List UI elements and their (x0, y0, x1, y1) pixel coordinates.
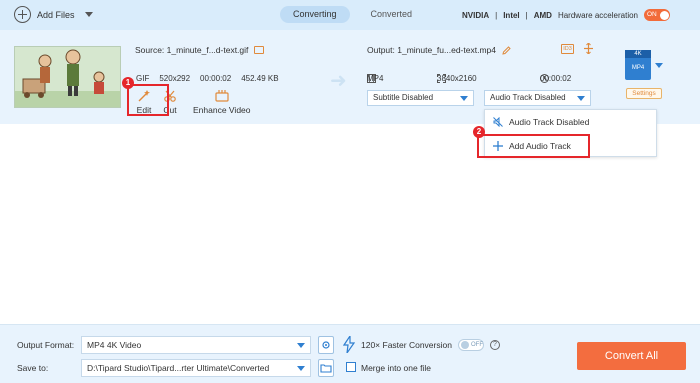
chevron-down-icon (297, 366, 305, 371)
tab-converting[interactable]: Converting (280, 6, 350, 23)
merge-checkbox[interactable] (346, 362, 356, 372)
top-toolbar: Add Files Converting Converted NVIDIA | … (0, 0, 700, 30)
video-thumbnail[interactable] (14, 46, 121, 108)
save-to-select[interactable]: D:\Tipard Studio\Tipard...rter Ultimate\… (81, 359, 311, 377)
output-actions: ID3 (561, 43, 593, 54)
format-badge-top: 4K (625, 50, 651, 58)
chevron-down-icon[interactable] (655, 63, 663, 68)
format-settings-button[interactable] (318, 336, 334, 354)
audio-track-select[interactable]: Audio Track Disabled (484, 90, 591, 106)
menu-item-audio-track-disabled[interactable]: Audio Track Disabled (493, 117, 589, 127)
output-file-name: Output: 1_minute_fu...ed-text.mp4 (367, 45, 496, 55)
add-audio-highlight-box (477, 134, 590, 158)
tab-converted[interactable]: Converted (358, 6, 426, 23)
bottom-bar: Output Format: MP4 4K Video 120× Faster … (0, 324, 700, 383)
source-size: 452.49 KB (241, 74, 279, 83)
subtitle-select-value: Subtitle Disabled (373, 93, 434, 102)
format-badge-bottom: MP4 (631, 65, 645, 71)
enhance-video-label: Enhance Video (193, 105, 251, 115)
source-name: Source: 1_minute_f...d-text.gif (135, 45, 265, 55)
convert-all-button[interactable]: Convert All (577, 342, 686, 370)
main-tabs: Converting Converted (280, 6, 425, 23)
lightning-icon (343, 336, 355, 353)
chevron-down-icon[interactable] (84, 12, 93, 17)
add-files-button[interactable]: Add Files (14, 6, 93, 23)
gear-icon (322, 341, 330, 349)
intel-label: Intel (503, 10, 520, 20)
cartoon-thumbnail-image (15, 47, 120, 107)
save-to-select-value: D:\Tipard Studio\Tipard...rter Ultimate\… (87, 363, 270, 373)
faster-conversion-label: 120× Faster Conversion (361, 340, 452, 350)
info-icon[interactable] (254, 46, 265, 54)
source-meta: GIF 520x292 00:00:02 452.49 KB (136, 74, 279, 83)
source-resolution: 520x292 (159, 74, 191, 83)
id3-info-icon[interactable]: ID3 (561, 43, 574, 54)
subtitle-select[interactable]: Subtitle Disabled (367, 90, 474, 106)
settings-button[interactable]: Settings (626, 88, 662, 99)
arrow-right-icon: ➜ (330, 70, 347, 92)
output-resolution: 3840x2160 (437, 74, 477, 83)
hardware-acceleration: NVIDIA | Intel | AMD Hardware accelerati… (462, 9, 670, 21)
palette-icon (215, 90, 229, 102)
hardware-acceleration-label: Hardware acceleration (557, 10, 638, 20)
source-duration: 00:00:02 (200, 74, 232, 83)
output-format-select[interactable]: MP4 4K Video (81, 336, 311, 354)
chevron-down-icon (577, 96, 585, 101)
open-folder-button[interactable] (318, 359, 334, 377)
nvidia-label: NVIDIA (462, 10, 490, 20)
callout-badge-2: 2 (473, 126, 485, 138)
chevron-down-icon (297, 343, 305, 348)
edit-highlight-box (127, 84, 169, 116)
hardware-acceleration-toggle[interactable]: ON (644, 9, 670, 21)
enhance-video-button[interactable]: Enhance Video (193, 90, 251, 115)
folder-icon (320, 364, 332, 373)
source-format: GIF (136, 74, 150, 83)
merge-label: Merge into one file (361, 363, 431, 373)
source-file-name: Source: 1_minute_f...d-text.gif (135, 45, 249, 55)
menu-item-label: Audio Track Disabled (509, 117, 590, 127)
compress-icon[interactable] (584, 43, 593, 54)
pencil-icon[interactable] (502, 45, 511, 55)
audio-disabled-icon (493, 117, 503, 127)
add-files-label: Add Files (37, 9, 75, 20)
output-duration: 00:00:02 (540, 74, 572, 83)
audio-track-select-value: Audio Track Disabled (490, 93, 566, 102)
callout-badge-1: 1 (122, 77, 134, 89)
save-to-label: Save to: (17, 363, 49, 373)
output-name: Output: 1_minute_fu...ed-text.mp4 (367, 45, 511, 55)
amd-label: AMD (533, 10, 552, 20)
help-icon[interactable]: ? (490, 340, 500, 350)
add-circle-icon (14, 6, 31, 23)
faster-conversion-toggle[interactable]: OFF (458, 339, 484, 351)
chevron-down-icon (460, 96, 468, 101)
output-format: MP4 (367, 74, 384, 83)
output-format-select-value: MP4 4K Video (87, 340, 142, 350)
output-format-label: Output Format: (17, 340, 75, 350)
output-format-icon[interactable]: 4K MP4 (625, 50, 651, 80)
